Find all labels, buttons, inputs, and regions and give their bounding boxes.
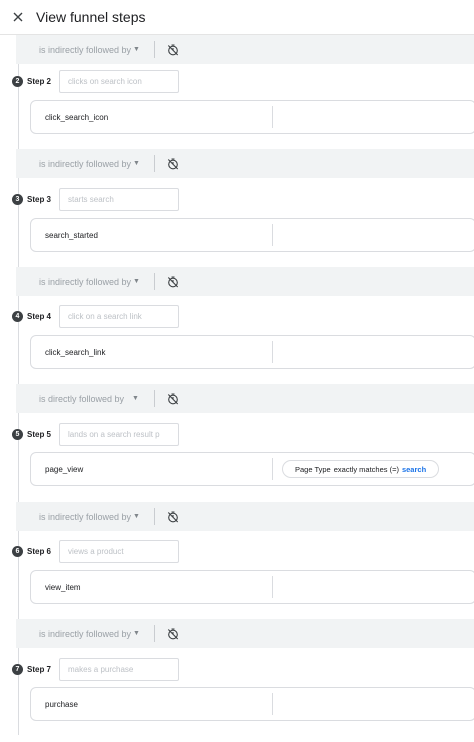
caret-down-icon: ▼ xyxy=(133,513,140,520)
step-number-badge: 3 xyxy=(12,193,23,205)
follow-type-dropdown[interactable]: is directly followed by ▼ xyxy=(16,384,154,413)
step-event-card: page_view Page Type exactly matches (=) … xyxy=(30,452,474,486)
event-name: purchase xyxy=(45,699,78,709)
step-header: 5 Step 5 xyxy=(8,422,179,446)
step-header: 3 Step 3 xyxy=(8,187,179,211)
time-constraint-button[interactable] xyxy=(155,35,191,64)
step-number-badge: 2 xyxy=(12,75,23,87)
timer-off-icon xyxy=(167,157,179,169)
step-name-input[interactable] xyxy=(59,69,179,93)
event-name-selector[interactable]: page_view xyxy=(31,452,272,486)
caret-down-icon: ▼ xyxy=(132,395,139,402)
step-connector: is indirectly followed by ▼ xyxy=(16,502,474,531)
follow-type-label: is directly followed by xyxy=(39,393,125,404)
parameter-operator: exactly matches (=) xyxy=(333,464,399,474)
step-header: 6 Step 6 xyxy=(8,539,179,563)
event-name: view_item xyxy=(45,582,81,592)
event-name: page_view xyxy=(45,464,84,474)
step-name-input[interactable] xyxy=(59,539,179,563)
follow-type-label: is indirectly followed by xyxy=(39,511,132,522)
step-label: Step 4 xyxy=(27,311,52,321)
timer-off-icon xyxy=(167,510,179,522)
step-label: Step 2 xyxy=(27,76,52,86)
step-connector: is indirectly followed by ▼ xyxy=(16,267,474,296)
add-parameter-area[interactable] xyxy=(273,335,474,369)
funnel-steps-list[interactable]: is indirectly followed by ▼ 2 Step 2 cli… xyxy=(8,35,474,735)
step-event-card: click_search_icon xyxy=(30,100,474,134)
step-connector: is indirectly followed by ▼ xyxy=(16,619,474,648)
parameter-area: Page Type exactly matches (=) search xyxy=(273,452,474,486)
step-connector: is directly followed by ▼ xyxy=(16,384,474,413)
step-event-card: purchase xyxy=(30,687,474,721)
time-constraint-button[interactable] xyxy=(155,384,191,413)
event-name-selector[interactable]: search_started xyxy=(31,218,272,252)
step-number-badge: 5 xyxy=(12,428,23,440)
add-parameter-area[interactable] xyxy=(273,218,474,252)
add-parameter-area[interactable] xyxy=(273,687,474,721)
event-name-selector[interactable]: click_search_link xyxy=(31,335,272,369)
step-name-input[interactable] xyxy=(59,657,179,681)
event-name-selector[interactable]: purchase xyxy=(31,687,272,721)
step-event-card: search_started xyxy=(30,218,474,252)
step-label: Step 3 xyxy=(27,194,52,204)
event-name-selector[interactable]: view_item xyxy=(31,570,272,604)
step-label: Step 5 xyxy=(27,429,52,439)
step-label: Step 7 xyxy=(27,664,52,674)
step-number-badge: 6 xyxy=(12,545,23,557)
follow-type-dropdown[interactable]: is indirectly followed by ▼ xyxy=(16,35,154,64)
dialog-title: View funnel steps xyxy=(36,9,146,25)
caret-down-icon: ▼ xyxy=(133,630,140,637)
step-label: Step 6 xyxy=(27,546,52,556)
follow-type-dropdown[interactable]: is indirectly followed by ▼ xyxy=(16,502,154,531)
add-parameter-area[interactable] xyxy=(273,100,474,134)
caret-down-icon: ▼ xyxy=(133,160,140,167)
event-name-selector[interactable]: click_search_icon xyxy=(31,100,272,134)
add-parameter-area[interactable] xyxy=(273,570,474,604)
step-header: 7 Step 7 xyxy=(8,657,179,681)
follow-type-dropdown[interactable]: is indirectly followed by ▼ xyxy=(16,619,154,648)
event-name: search_started xyxy=(45,230,98,240)
step-header: 2 Step 2 xyxy=(8,69,179,93)
step-event-card: click_search_link xyxy=(30,335,474,369)
timer-off-icon xyxy=(167,43,179,55)
event-name: click_search_link xyxy=(45,347,106,357)
event-name: click_search_icon xyxy=(45,112,109,122)
time-constraint-button[interactable] xyxy=(155,502,191,531)
parameter-filter-chip[interactable]: Page Type exactly matches (=) search xyxy=(282,460,440,478)
close-button[interactable] xyxy=(0,0,36,35)
follow-type-label: is indirectly followed by xyxy=(39,44,132,55)
parameter-value: search xyxy=(401,464,427,474)
follow-type-label: is indirectly followed by xyxy=(39,158,132,169)
step-name-input[interactable] xyxy=(59,187,179,211)
dialog-header: View funnel steps xyxy=(0,0,474,35)
timer-off-icon xyxy=(167,392,179,404)
step-number-badge: 7 xyxy=(12,663,23,675)
time-constraint-button[interactable] xyxy=(155,267,191,296)
caret-down-icon: ▼ xyxy=(133,46,140,53)
step-name-input[interactable] xyxy=(59,422,179,446)
time-constraint-button[interactable] xyxy=(155,149,191,178)
close-icon xyxy=(13,12,23,22)
follow-type-label: is indirectly followed by xyxy=(39,276,132,287)
step-name-input[interactable] xyxy=(59,304,179,328)
step-number-badge: 4 xyxy=(12,310,23,322)
step-event-card: view_item xyxy=(30,570,474,604)
timer-off-icon xyxy=(167,627,179,639)
step-connector: is indirectly followed by ▼ xyxy=(16,149,474,178)
time-constraint-button[interactable] xyxy=(155,619,191,648)
follow-type-dropdown[interactable]: is indirectly followed by ▼ xyxy=(16,267,154,296)
caret-down-icon: ▼ xyxy=(133,278,140,285)
step-header: 4 Step 4 xyxy=(8,304,179,328)
parameter-name: Page Type xyxy=(295,464,331,474)
follow-type-dropdown[interactable]: is indirectly followed by ▼ xyxy=(16,149,154,178)
follow-type-label: is indirectly followed by xyxy=(39,628,132,639)
step-connector: is indirectly followed by ▼ xyxy=(16,35,474,64)
timer-off-icon xyxy=(167,275,179,287)
